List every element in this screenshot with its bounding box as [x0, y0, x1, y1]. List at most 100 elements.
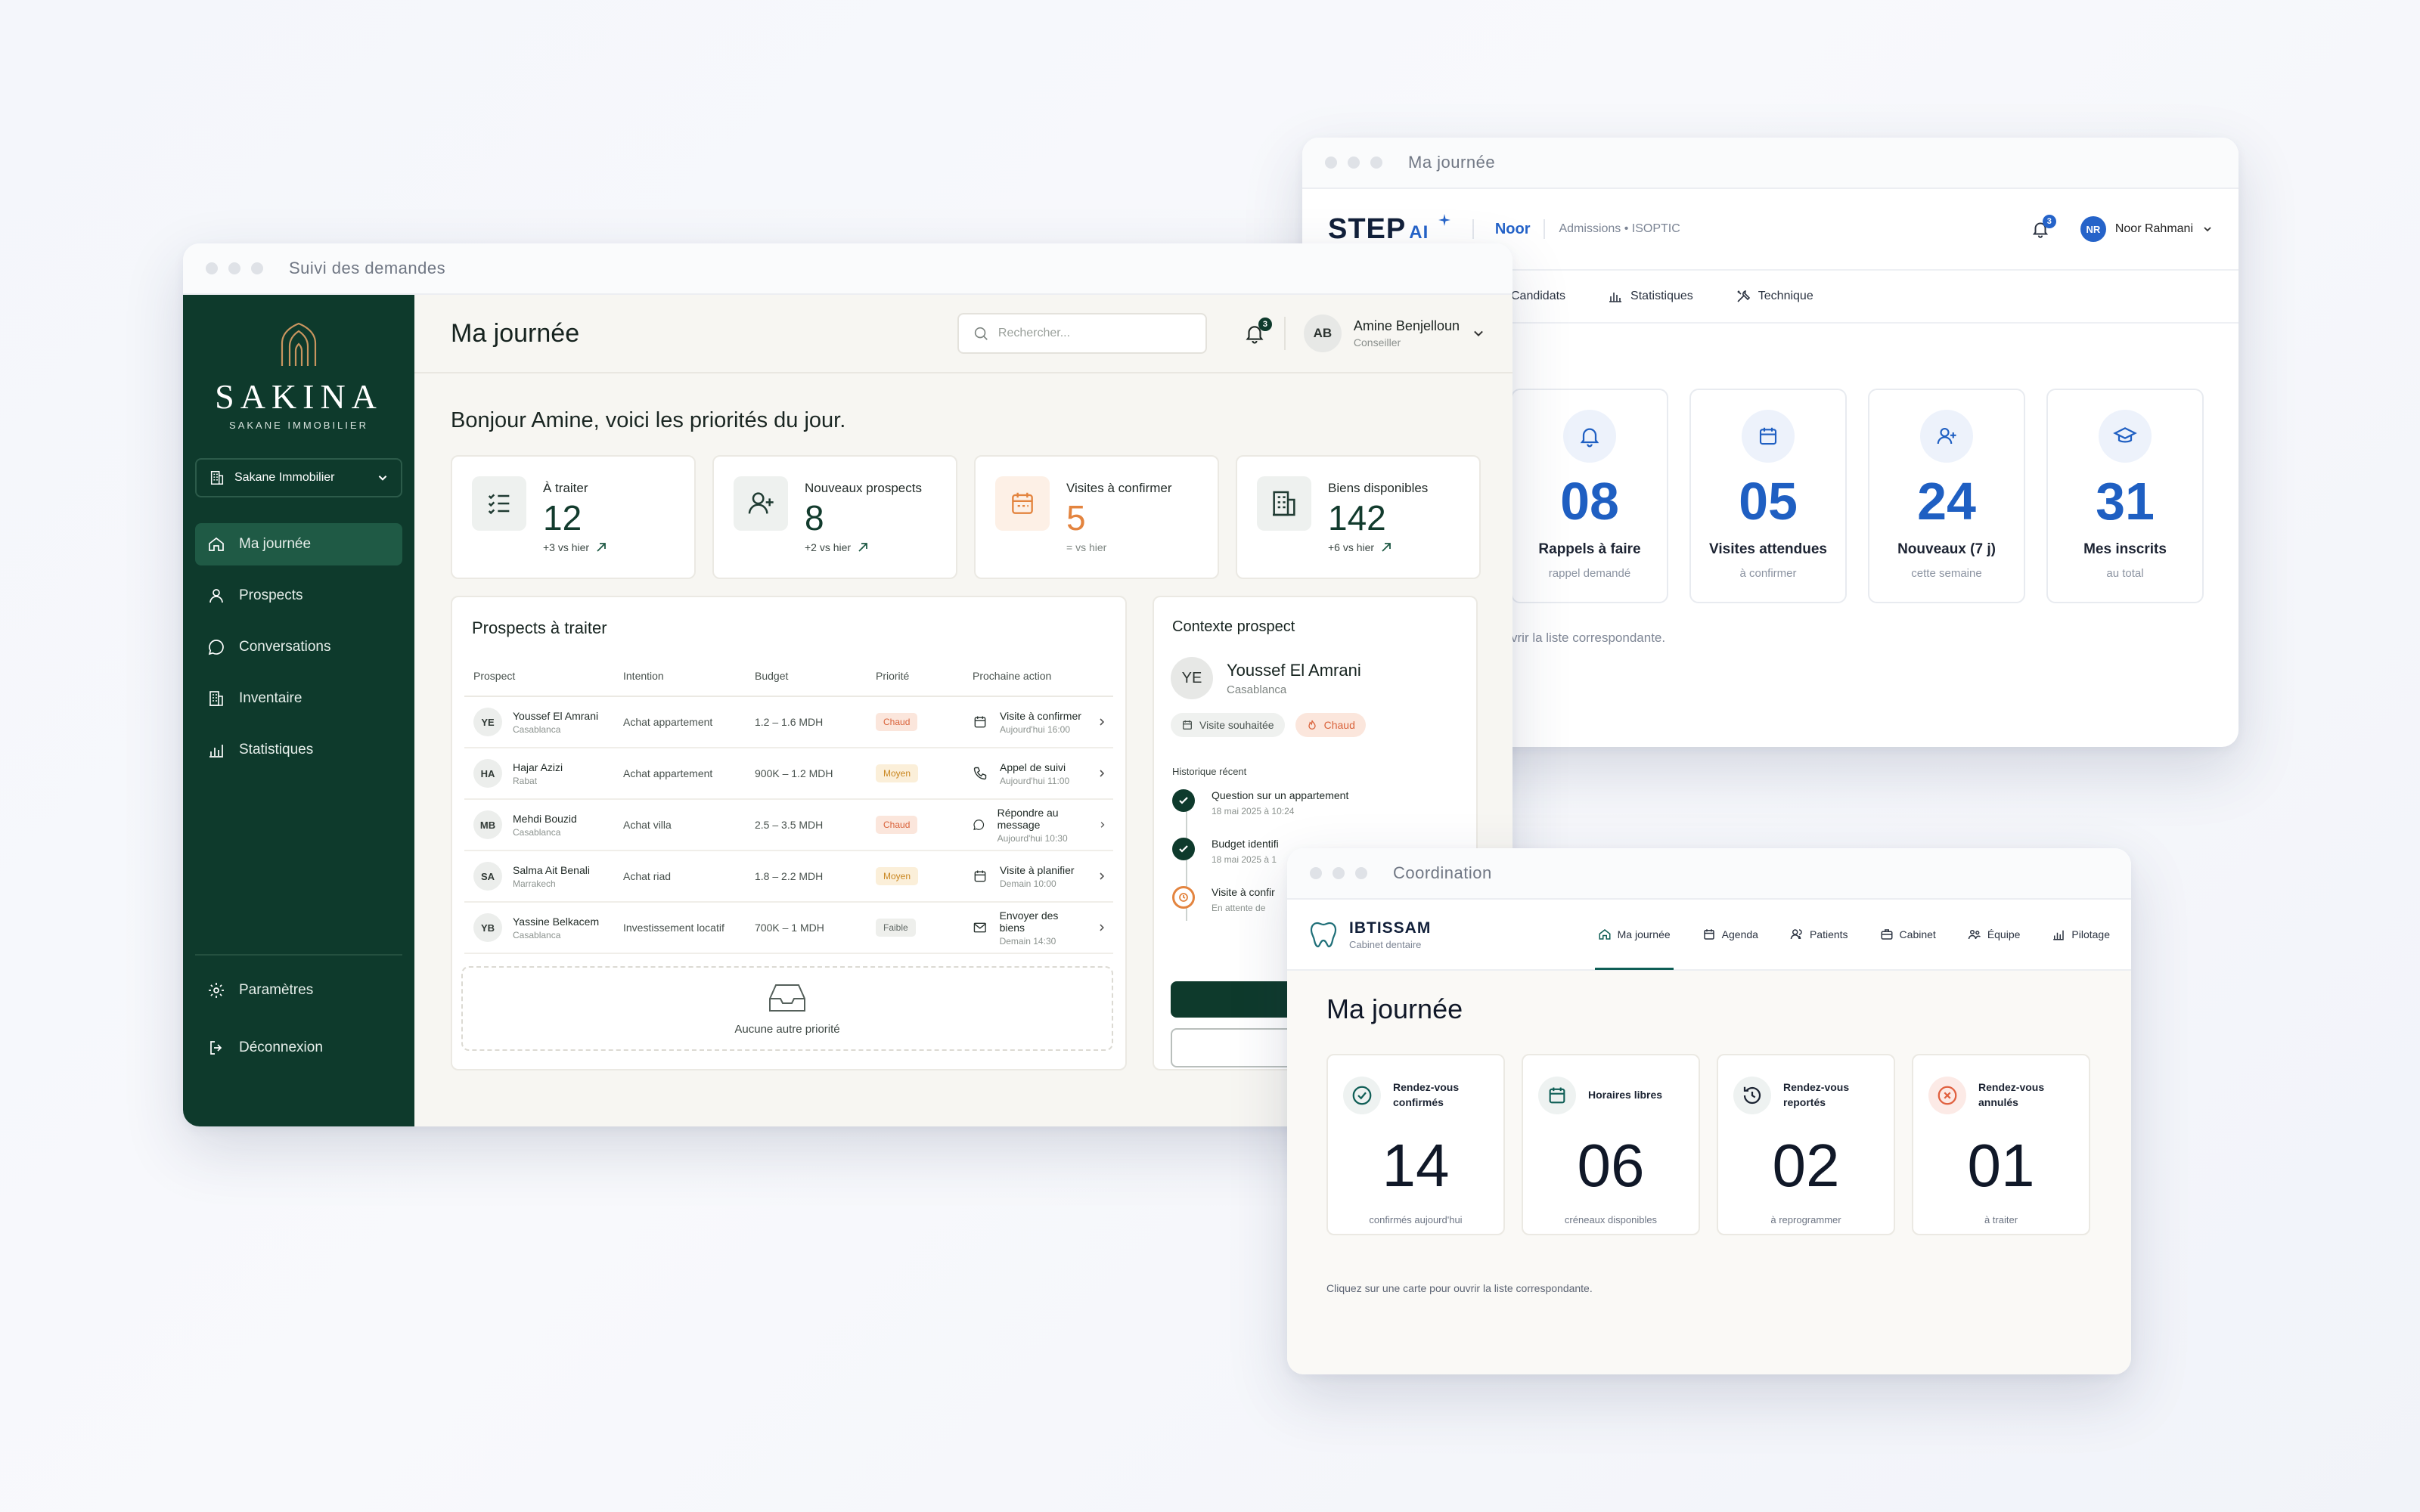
table-row[interactable]: YE Youssef El Amrani Casablanca Achat appa… — [464, 697, 1113, 748]
sidebar-item-conversations[interactable]: Conversations — [195, 626, 402, 668]
ibtissam-logo[interactable]: IBTISSAM Cabinet dentaire — [1308, 919, 1431, 950]
org-selector[interactable]: Sakane Immobilier — [195, 458, 402, 497]
window-controls[interactable] — [1325, 156, 1382, 169]
tab-agenda[interactable]: Agenda — [1702, 899, 1758, 970]
team-icon — [1968, 930, 1981, 940]
sidebar-item-prospects[interactable]: Prospects — [195, 575, 402, 617]
column-header[interactable]: Intention — [623, 670, 755, 682]
x-circle-icon — [1938, 1086, 1957, 1105]
table-row[interactable]: MB Mehdi Bouzid Casablanca Achat villa 2.5… — [464, 800, 1113, 851]
tab-technique[interactable]: Technique — [1736, 289, 1813, 304]
search-icon — [974, 327, 988, 340]
calendar-icon — [1012, 492, 1033, 514]
sakina-logo[interactable]: SAKINA SAKANE IMMOBILIER — [183, 295, 414, 431]
trend-up-icon — [858, 543, 867, 552]
column-header[interactable]: Budget — [755, 670, 876, 682]
home-icon — [1599, 929, 1611, 940]
tab-patients[interactable]: Patients — [1790, 899, 1848, 970]
kpi-card-annules[interactable]: Rendez-vous annulés 01 à traiter — [1912, 1054, 2090, 1235]
ibtissam-window: Coordination IBTISSAM Cabinet dentaire M… — [1287, 848, 2131, 1374]
history-item[interactable]: Question sur un appartement 18 mai 2025 à… — [1172, 789, 1458, 816]
chat-icon — [973, 820, 985, 831]
tab-ma-journee[interactable]: Ma journée — [1594, 899, 1674, 970]
sidebar-item-statistiques[interactable]: Statistiques — [195, 729, 402, 771]
column-header[interactable]: Priorité — [876, 670, 973, 682]
table-row[interactable]: HA Hajar Azizi Rabat Achat appartement 900… — [464, 748, 1113, 800]
table-row[interactable]: YB Yassine Belkacem Casablanca Investissem… — [464, 903, 1113, 954]
calendar-icon — [1549, 1087, 1565, 1104]
tab-label: Candidats — [1511, 290, 1566, 302]
prospect-name: Youssef El Amrani — [1227, 660, 1361, 680]
prospects-panel: Prospects à traiter Prospect Intention B… — [451, 596, 1127, 1070]
kpi-card-a-traiter[interactable]: À traiter 12 +3 vs hier — [451, 455, 696, 579]
calendar-icon — [1703, 929, 1714, 940]
kpi-delta: +2 vs hier — [805, 541, 852, 553]
window-controls[interactable] — [1310, 867, 1367, 879]
kpi-card-biens[interactable]: Biens disponibles 142 +6 vs hier — [1236, 455, 1481, 579]
sidebar: SAKINA SAKANE IMMOBILIER Sakane Immobili… — [183, 295, 414, 1126]
search-input[interactable]: Rechercher... — [957, 313, 1207, 354]
next-action: Appel de suivi — [1000, 761, 1066, 773]
history-label: Budget identifi — [1212, 838, 1279, 850]
notifications-button[interactable]: 3 — [1243, 318, 1272, 345]
table-header: Prospect Intention Budget Priorité Proch… — [464, 656, 1113, 697]
sidebar-item-inventaire[interactable]: Inventaire — [195, 677, 402, 720]
kpi-card-nouveaux-prospects[interactable]: Nouveaux prospects 8 +2 vs hier — [712, 455, 957, 579]
next-action-time: Demain 14:30 — [999, 935, 1056, 947]
avatar: YE — [473, 708, 502, 736]
kpi-card-inscrits[interactable]: 31 Mes inscrits au total — [2046, 389, 2204, 603]
user-menu[interactable]: AB Amine Benjelloun Conseiller — [1303, 314, 1485, 352]
tab-label: Cabinet — [1899, 928, 1936, 940]
column-header[interactable]: Prospect — [464, 670, 623, 682]
column-header[interactable]: Prochaine action — [973, 670, 1113, 682]
step-product[interactable]: Noor — [1495, 221, 1531, 238]
history-date: 18 mai 2025 à 1 — [1212, 854, 1277, 865]
tab-label: Pilotage — [2071, 928, 2110, 940]
kpi-card-visites[interactable]: 05 Visites attendues à confirmer — [1689, 389, 1847, 603]
tab-pilotage[interactable]: Pilotage — [2052, 899, 2110, 970]
kpi-value: 02 — [1772, 1132, 1840, 1199]
step-logo[interactable]: STEP AI — [1328, 213, 1451, 246]
graduation-cap-icon — [2113, 427, 2137, 443]
chevron-right-icon — [1100, 718, 1105, 726]
tab-statistiques[interactable]: Statistiques — [1608, 289, 1693, 304]
kpi-card-reportes[interactable]: Rendez-vous reportés 02 à reprogrammer — [1717, 1054, 1895, 1235]
bell-icon — [1580, 428, 1599, 448]
sidebar-item-ma-journee[interactable]: Ma journée — [195, 523, 402, 565]
inbox-icon — [769, 984, 805, 1012]
kpi-card-visites[interactable]: Visites à confirmer 5 = vs hier — [974, 455, 1219, 579]
history-label: Question sur un appartement — [1212, 789, 1349, 801]
kpi-card-horaires[interactable]: Horaires libres 06 créneaux disponibles — [1522, 1054, 1700, 1235]
table-row[interactable]: SA Salma Ait Benali Marrakech Achat riad 1… — [464, 851, 1113, 903]
kpi-cards: Rendez-vous confirmés 14 confirmés aujour… — [1326, 1054, 2090, 1235]
kpi-sub: rappel demandé — [1548, 567, 1631, 580]
user-menu[interactable]: NR Noor Rahmani — [2080, 216, 2213, 242]
kpi-card-nouveaux[interactable]: 24 Nouveaux (7 j) cette semaine — [1868, 389, 2025, 603]
tab-cabinet[interactable]: Cabinet — [1880, 899, 1936, 970]
kpi-value: 31 — [2096, 472, 2155, 531]
sidebar-item-deconnexion[interactable]: Déconnexion — [195, 1027, 402, 1069]
kpi-card-confirmes[interactable]: Rendez-vous confirmés 14 confirmés aujour… — [1326, 1054, 1505, 1235]
tab-equipe[interactable]: Équipe — [1968, 899, 2020, 970]
intent: Achat villa — [623, 819, 672, 831]
arch-logo-icon — [281, 322, 317, 366]
sidebar-item-label: Paramètres — [239, 982, 314, 998]
user-name: Noor Rahmani — [2114, 222, 2193, 235]
empty-state: Aucune autre priorité — [461, 966, 1113, 1051]
kpi-sub: créneaux disponibles — [1564, 1214, 1658, 1225]
kpi-sub: cette semaine — [1911, 567, 1982, 580]
notifications-button[interactable]: 3 — [2031, 215, 2056, 239]
tab-candidats[interactable]: Candidats — [1511, 290, 1565, 303]
building-icon — [1273, 491, 1295, 516]
sidebar-item-label: Statistiques — [239, 742, 314, 758]
gear-icon — [209, 983, 224, 998]
kpi-sub: à confirmer — [1739, 567, 1797, 580]
bar-chart-icon — [209, 745, 223, 758]
prospect-name: Mehdi Bouzid — [513, 812, 577, 825]
window-controls[interactable] — [206, 262, 263, 274]
sidebar-item-parametres[interactable]: Paramètres — [195, 969, 402, 1012]
kpi-card-rappels[interactable]: 08 Rappels à faire rappel demandé — [1511, 389, 1668, 603]
avatar: SA — [473, 862, 502, 891]
tag-label: Chaud — [1323, 719, 1355, 731]
next-action-time: Aujourd'hui 16:00 — [1000, 723, 1071, 735]
